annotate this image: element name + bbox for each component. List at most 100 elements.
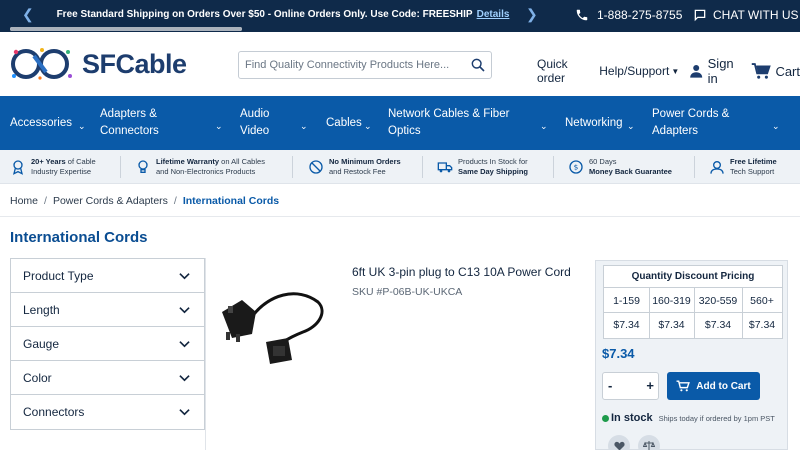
tier-price: $7.34 <box>748 319 776 331</box>
tier-label: 1-159 <box>613 295 640 307</box>
header-links: Quick order Help/Support ▼ Sign in Cart <box>537 56 800 86</box>
chat-icon <box>694 9 706 22</box>
product-sku: SKU #P-06B-UK-UKCA <box>352 286 463 298</box>
benefit-no-minimum: No Minimum Orders and Restock Fee <box>308 154 401 180</box>
cart-icon <box>752 63 772 79</box>
truck-icon <box>437 162 453 173</box>
nav-item-cables[interactable]: Cables ⌄ <box>326 96 376 150</box>
filter-length[interactable]: Length <box>11 293 204 327</box>
add-to-cart-label: Add to Cart <box>696 380 751 392</box>
increment-button[interactable]: + <box>646 378 654 393</box>
site-logo[interactable]: SFCable <box>10 46 200 82</box>
filter-gauge[interactable]: Gauge <box>11 327 204 361</box>
nav-item-networking[interactable]: Networking ⌄ <box>565 96 637 150</box>
nav-item-audio-video[interactable]: Audio Video ⌄ <box>240 96 308 150</box>
quantity-pricing-title: Quantity Discount Pricing <box>604 266 782 288</box>
benefit-tech-support: Free Lifetime Tech Support <box>709 154 777 180</box>
benefit-bold: Free Lifetime <box>730 157 777 166</box>
breadcrumb-home[interactable]: Home <box>10 195 38 207</box>
filter-connectors[interactable]: Connectors <box>11 395 204 429</box>
nav-label: Cables <box>326 116 362 129</box>
benefit-line2: Same Day Shipping <box>458 167 529 176</box>
benefits-strip: 20+ Years of Cable Industry Expertise Lif… <box>0 150 800 184</box>
chevron-down-icon: ⌄ <box>78 121 86 131</box>
site-header: SFCable Quick order Help/Support ▼ Sign … <box>0 32 800 96</box>
promo-bar: ❮ Free Standard Shipping on Orders Over … <box>0 0 800 32</box>
pricing-panel: Quantity Discount Pricing 1-159 160-319 … <box>595 260 788 450</box>
divider <box>553 156 554 178</box>
benefit-bold: Lifetime Warranty <box>156 157 220 166</box>
filter-label: Product Type <box>23 268 94 283</box>
chevron-down-icon <box>179 341 190 348</box>
nav-item-accessories[interactable]: Accessories ⌄ <box>10 96 88 150</box>
benefit-bold: No Minimum Orders <box>329 157 401 166</box>
divider <box>422 156 423 178</box>
nav-item-network-cables-fiber[interactable]: Network Cables & Fiber Optics ⌄ <box>388 96 548 150</box>
benefit-text: Products In Stock for <box>458 157 528 166</box>
product-image[interactable] <box>218 282 338 368</box>
search-input[interactable] <box>239 59 461 71</box>
divider <box>120 156 121 178</box>
chevron-down-icon: ⌄ <box>364 121 372 131</box>
nav-label: Accessories <box>10 116 72 129</box>
cart-link[interactable]: Cart <box>751 62 800 80</box>
no-minimum-icon <box>309 160 323 174</box>
caret-down-icon: ▼ <box>671 66 680 76</box>
chat-link[interactable]: CHAT WITH US <box>693 8 799 22</box>
sign-in-link[interactable]: Sign in <box>689 56 743 86</box>
decrement-button[interactable]: - <box>608 378 612 393</box>
search-bar <box>238 51 492 79</box>
phone-number: 1-888-275-8755 <box>597 8 683 22</box>
compare-icon <box>643 441 655 450</box>
tier-price: $7.34 <box>704 319 732 331</box>
promo-next-arrow-icon[interactable]: ❯ <box>526 6 538 23</box>
search-icon[interactable] <box>470 57 486 73</box>
benefit-text: of Cable <box>65 157 96 166</box>
phone-icon <box>576 9 588 21</box>
benefit-line2: Industry Expertise <box>31 167 92 176</box>
support-agent-icon <box>710 161 724 174</box>
phone-link[interactable]: 1-888-275-8755 <box>575 8 682 22</box>
breadcrumb-parent[interactable]: Power Cords & Adapters <box>53 195 168 207</box>
quick-order-link[interactable]: Quick order <box>537 57 593 85</box>
filter-product-type[interactable]: Product Type <box>11 259 204 293</box>
quantity-stepper[interactable]: - + <box>602 372 659 400</box>
cart-icon <box>676 380 691 392</box>
nav-item-power-cords-adapters[interactable]: Power Cords & Adapters ⌄ <box>652 96 780 150</box>
benefit-line2: and Non-Electronics Products <box>156 167 256 176</box>
filter-color[interactable]: Color <box>11 361 204 395</box>
benefit-line2: and Restock Fee <box>329 167 386 176</box>
nav-label: Networking <box>565 116 623 129</box>
product-title[interactable]: 6ft UK 3-pin plug to C13 10A Power Cord <box>352 265 571 279</box>
stock-status: In stock Ships today if ordered by 1pm P… <box>602 412 775 424</box>
logo-wordmark: SFCable <box>82 48 187 79</box>
chevron-down-icon: ⌄ <box>540 121 548 131</box>
promo-scrollbar-thumb[interactable] <box>10 27 242 31</box>
benefit-expertise: 20+ Years of Cable Industry Expertise <box>10 154 96 180</box>
main-nav: Accessories ⌄ Adapters & Connectors ⌄ Au… <box>0 96 800 150</box>
in-stock-dot-icon <box>602 414 609 422</box>
chevron-down-icon <box>179 375 190 382</box>
help-support-menu[interactable]: Help/Support ▼ <box>599 64 679 78</box>
tier-price: $7.34 <box>658 319 685 331</box>
chat-label: CHAT WITH US <box>713 8 799 22</box>
tier-label: 320-559 <box>698 295 738 307</box>
nav-label: Power Cords & Adapters <box>652 108 730 137</box>
divider <box>742 288 743 338</box>
chevron-down-icon <box>179 409 190 416</box>
benefit-line2: Tech Support <box>730 167 775 176</box>
nav-label: Network Cables & Fiber Optics <box>388 108 510 137</box>
filter-label: Color <box>23 370 52 385</box>
divider <box>292 156 293 178</box>
tier-label: 560+ <box>750 295 774 307</box>
filter-panel: Product Type Length Gauge Color Connecto… <box>10 258 205 430</box>
promo-details-link[interactable]: Details <box>477 9 510 20</box>
logo-mark-icon <box>11 48 72 80</box>
divider <box>694 156 695 178</box>
nav-item-adapters-connectors[interactable]: Adapters & Connectors ⌄ <box>100 96 223 150</box>
add-to-cart-button[interactable]: Add to Cart <box>667 372 760 400</box>
help-support-label: Help/Support <box>599 64 670 78</box>
compare-button[interactable] <box>638 435 660 450</box>
nav-label: Adapters & Connectors <box>100 108 159 137</box>
wishlist-button[interactable] <box>608 435 630 450</box>
